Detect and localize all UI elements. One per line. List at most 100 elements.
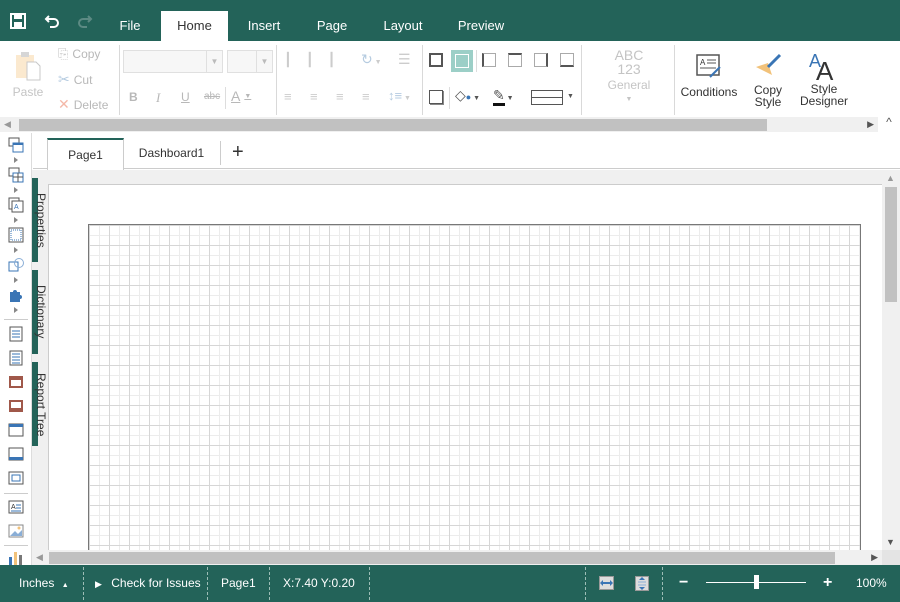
vertical-align-buttons[interactable]: ┃┃┃	[284, 52, 349, 68]
horizontal-scrollbar[interactable]: ◀ ▶	[33, 550, 882, 565]
tab-page[interactable]: Page	[306, 11, 358, 41]
components-icon[interactable]: A	[8, 197, 24, 213]
align-center-button[interactable]: ≡	[310, 89, 318, 104]
italic-button[interactable]: I	[156, 90, 160, 106]
report-summary-icon[interactable]	[8, 398, 24, 414]
shadow-button[interactable]	[429, 90, 443, 104]
scroll-right-icon[interactable]: ▶	[871, 552, 878, 563]
conditions-label: Conditions	[680, 85, 738, 99]
expand-arrow-icon[interactable]	[14, 217, 18, 223]
bottom-border-button[interactable]	[560, 53, 574, 67]
top-border-button[interactable]	[508, 53, 522, 67]
zoom-in-button[interactable]: +	[823, 565, 832, 602]
scroll-down-icon[interactable]: ▼	[886, 537, 895, 547]
align-right-button[interactable]: ≡	[336, 89, 344, 104]
page-grid[interactable]	[88, 224, 861, 554]
check-issues-button[interactable]: ▶ Check for Issues	[95, 565, 201, 602]
page-header-icon[interactable]	[8, 326, 24, 342]
fit-page-width-button[interactable]	[599, 576, 614, 593]
horizontal-scroll-thumb[interactable]	[49, 552, 835, 564]
ribbon-scrollbar[interactable]: ◀ ▶	[0, 117, 878, 132]
cut-button[interactable]: ✂ Cut	[58, 71, 92, 88]
report-title-icon[interactable]	[8, 374, 24, 390]
tab-page1[interactable]: Page1	[47, 138, 124, 170]
expand-arrow-icon[interactable]	[14, 307, 18, 313]
font-size-select[interactable]: ▼	[227, 50, 273, 73]
conditions-button[interactable]: A Conditions	[680, 51, 738, 98]
paste-button[interactable]: Paste	[11, 50, 45, 98]
tab-dashboard1[interactable]: Dashboard1	[129, 138, 214, 169]
puzzle-icon[interactable]	[8, 287, 24, 303]
report-tree-panel-tab[interactable]: Report Tree	[34, 373, 48, 436]
align-top-icon[interactable]: ┃┃┃	[284, 52, 349, 67]
expand-arrow-icon[interactable]	[14, 277, 18, 283]
rotate-text-button[interactable]: ↻ ▼	[361, 51, 382, 68]
data-band-icon[interactable]	[8, 470, 24, 486]
left-border-button[interactable]	[482, 53, 496, 67]
copy-style-button[interactable]: Copy Style	[746, 51, 790, 108]
fit-height-icon	[635, 576, 649, 591]
page-footer-icon[interactable]	[8, 350, 24, 366]
expand-arrow-icon[interactable]	[14, 157, 18, 163]
right-border-button[interactable]	[534, 53, 548, 67]
strikethrough-button[interactable]: abc	[204, 91, 220, 102]
border-color-button[interactable]: ✎ ▼	[493, 87, 514, 106]
all-borders-button[interactable]	[429, 53, 443, 67]
properties-panel-tab[interactable]: Properties	[34, 193, 48, 248]
collapse-ribbon-icon[interactable]: ^	[878, 115, 900, 132]
check-issues-label: Check for Issues	[111, 576, 201, 590]
font-color-button[interactable]: A ▼	[231, 88, 251, 104]
line-spacing-button[interactable]: ↕≡ ▼	[388, 88, 411, 103]
redo-icon[interactable]	[76, 12, 94, 30]
word-wrap-button[interactable]: ☰	[398, 51, 411, 68]
tab-layout[interactable]: Layout	[374, 11, 432, 41]
ribbon-separator	[581, 45, 582, 115]
style-designer-button[interactable]: AA Style Designer	[798, 49, 850, 107]
tab-file[interactable]: File	[106, 11, 154, 41]
fit-page-height-button[interactable]	[635, 576, 649, 594]
chart-component-icon[interactable]	[8, 549, 24, 565]
tab-preview[interactable]: Preview	[448, 11, 514, 41]
bands-icon[interactable]	[8, 137, 24, 153]
header-band-icon[interactable]	[8, 422, 24, 438]
scroll-up-icon[interactable]: ▲	[886, 173, 895, 183]
expand-arrow-icon[interactable]	[14, 247, 18, 253]
justify-button[interactable]: ≡	[362, 89, 370, 104]
underline-button[interactable]: U	[181, 90, 190, 104]
image-component-icon[interactable]	[8, 523, 24, 539]
number-format-button[interactable]: ABC 123 General ▼	[604, 48, 654, 106]
dictionary-panel-tab[interactable]: Dictionary	[34, 285, 48, 338]
add-page-button[interactable]: +	[232, 141, 244, 164]
copy-button[interactable]: ⎘ Copy	[58, 46, 100, 62]
text-component-icon[interactable]: A	[8, 499, 24, 515]
border-style-button[interactable]: ▼	[531, 90, 574, 105]
toolbox-separator	[4, 319, 28, 320]
cross-bands-icon[interactable]	[8, 167, 24, 183]
scroll-left-icon[interactable]: ◀	[36, 552, 43, 563]
font-name-select[interactable]: ▼	[123, 50, 223, 73]
tab-home[interactable]: Home	[161, 11, 228, 41]
shapes-icon[interactable]	[8, 257, 24, 273]
vertical-scrollbar[interactable]: ▲ ▼	[882, 170, 900, 550]
barcode-icon[interactable]	[8, 227, 24, 243]
page-tabs: Page1 Dashboard1 +	[33, 133, 900, 170]
footer-band-icon[interactable]	[8, 446, 24, 462]
undo-icon[interactable]	[43, 12, 61, 30]
copy-label: Copy	[72, 47, 101, 61]
fill-color-button[interactable]: ◇● ▼	[455, 87, 480, 104]
save-icon[interactable]	[9, 12, 27, 30]
no-border-button[interactable]	[451, 50, 473, 72]
delete-button[interactable]: ✕ Delete	[58, 96, 108, 113]
scroll-left-icon[interactable]: ◀	[4, 119, 11, 130]
zoom-slider-thumb[interactable]	[753, 575, 759, 589]
bold-button[interactable]: B	[129, 90, 138, 104]
units-dropdown[interactable]: Inches ▲	[19, 565, 69, 602]
vertical-scroll-thumb[interactable]	[885, 187, 897, 302]
tab-insert[interactable]: Insert	[236, 11, 292, 41]
svg-text:A: A	[700, 58, 706, 67]
expand-arrow-icon[interactable]	[14, 187, 18, 193]
zoom-out-button[interactable]: −	[679, 565, 688, 602]
ribbon-scroll-thumb[interactable]	[19, 119, 767, 131]
align-left-button[interactable]: ≡	[284, 89, 292, 104]
scroll-right-icon[interactable]: ▶	[867, 119, 874, 130]
